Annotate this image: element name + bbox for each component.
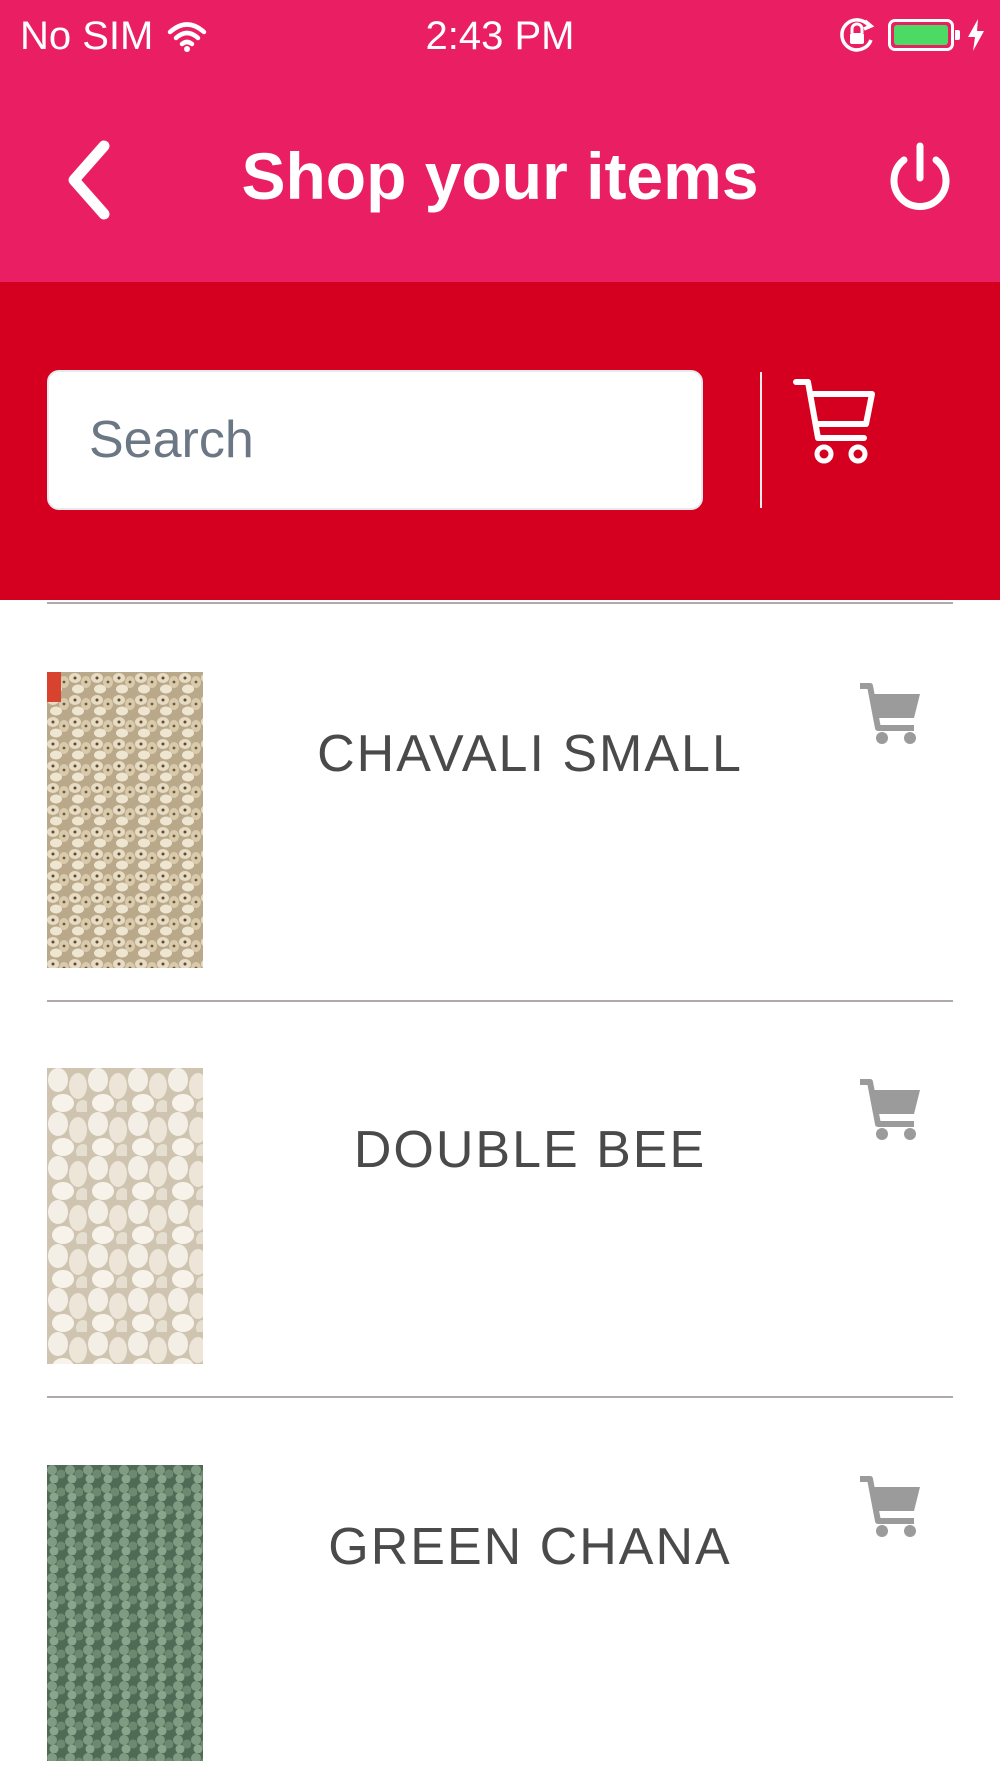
product-name: DOUBLE BEE — [353, 1121, 707, 1179]
list-divider — [47, 602, 953, 604]
cart-icon — [860, 1079, 920, 1140]
search-box — [47, 370, 804, 510]
page-title: Shop your items — [241, 139, 759, 213]
product-image — [47, 1068, 203, 1364]
add-to-cart-button[interactable] — [858, 682, 924, 748]
battery-icon — [888, 19, 960, 51]
list-item[interactable]: CHAVALI SMALL — [0, 672, 1000, 968]
list-item[interactable]: DOUBLE BEE — [0, 1068, 1000, 1364]
product-name: CHAVALI SMALL — [317, 725, 743, 783]
charging-bolt-icon — [968, 19, 984, 51]
list-divider — [47, 1396, 953, 1398]
power-icon — [890, 142, 950, 210]
cart-button[interactable] — [792, 376, 876, 466]
orientation-lock-icon — [840, 18, 875, 52]
add-to-cart-button[interactable] — [858, 1475, 924, 1541]
cart-icon — [860, 683, 920, 744]
product-name: GREEN CHANA — [328, 1518, 732, 1576]
status-bar: No SIM 2:43 PM — [0, 0, 1000, 76]
title-bar: Shop your items — [0, 100, 1000, 260]
logout-button[interactable] — [880, 140, 960, 220]
battery-fill — [894, 25, 948, 45]
search-input[interactable] — [49, 372, 760, 508]
product-image — [47, 1465, 203, 1761]
product-image — [47, 672, 203, 968]
list-item[interactable]: GREEN CHANA — [0, 1465, 1000, 1761]
cart-icon — [860, 1476, 920, 1537]
cart-outline-icon — [793, 379, 875, 464]
add-to-cart-button[interactable] — [858, 1078, 924, 1144]
list-divider — [47, 1000, 953, 1002]
